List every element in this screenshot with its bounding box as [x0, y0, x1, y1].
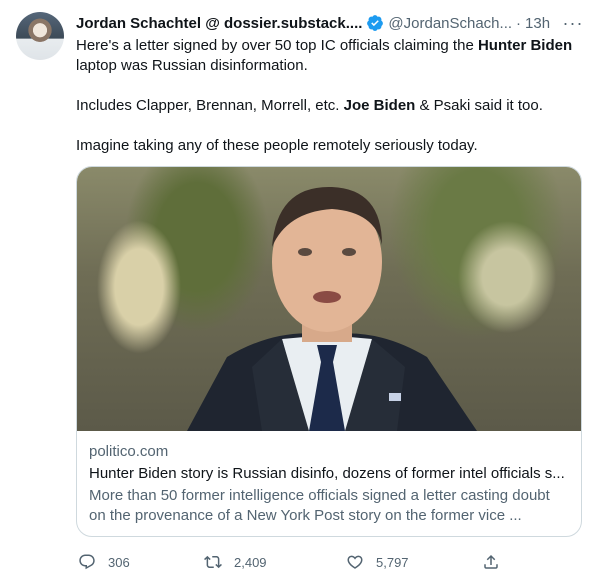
tweet-paragraph: Imagine taking any of these people remot…	[76, 137, 478, 154]
tweet-text-bold: Joe Biden	[343, 97, 416, 114]
more-options-icon[interactable]: ···	[562, 12, 584, 34]
tweet: Jordan Schachtel @ dossier.substack.... …	[0, 0, 598, 584]
reply-button[interactable]: 306	[78, 550, 130, 574]
reply-icon	[79, 554, 95, 570]
tweet-text-segment: Includes Clapper, Brennan, Morrell, etc.	[76, 97, 344, 114]
author-handle[interactable]: @JordanSchach...	[388, 15, 512, 32]
retweet-icon	[204, 555, 222, 569]
tweet-paragraph: Includes Clapper, Brennan, Morrell, etc.…	[76, 96, 586, 116]
tweet-text: Here's a letter signed by over 50 top IC…	[76, 36, 586, 176]
header-separator: ·	[516, 14, 522, 32]
link-card-image	[77, 167, 581, 431]
card-photo-person	[187, 186, 477, 431]
heart-icon	[347, 555, 363, 569]
avatar[interactable]	[16, 12, 64, 60]
link-card[interactable]: politico.com Hunter Biden story is Russi…	[76, 166, 582, 537]
tweet-timestamp[interactable]: 13h	[525, 15, 550, 32]
link-card-title: Hunter Biden story is Russian disinfo, d…	[89, 465, 565, 482]
retweet-button[interactable]: 2,409	[204, 550, 267, 574]
tweet-paragraph: Here's a letter signed by over 50 top IC…	[76, 36, 586, 76]
link-card-text: politico.com Hunter Biden story is Russi…	[89, 442, 569, 526]
tweet-text-segment: Here's a letter signed by over 50 top IC…	[76, 37, 478, 54]
like-button[interactable]: 5,797	[346, 550, 409, 574]
tweet-text-bold: Hunter Biden	[477, 37, 573, 54]
tweet-text-segment: & Psaki said it too.	[415, 97, 543, 114]
share-button[interactable]	[482, 550, 500, 574]
reply-count: 306	[108, 554, 130, 570]
link-card-description: More than 50 former intelligence officia…	[89, 487, 550, 524]
author-display-name[interactable]: Jordan Schachtel @ dossier.substack....	[76, 15, 362, 32]
link-card-domain: politico.com	[89, 443, 169, 460]
tweet-header: Jordan Schachtel @ dossier.substack.... …	[76, 12, 586, 34]
share-icon	[484, 554, 498, 569]
retweet-count: 2,409	[234, 554, 267, 570]
tweet-text-segment: laptop was Russian disinformation.	[76, 57, 308, 74]
verified-badge-icon	[367, 15, 384, 31]
like-count: 5,797	[376, 554, 409, 570]
tweet-actions: 306 2,409 5,797	[70, 550, 510, 574]
